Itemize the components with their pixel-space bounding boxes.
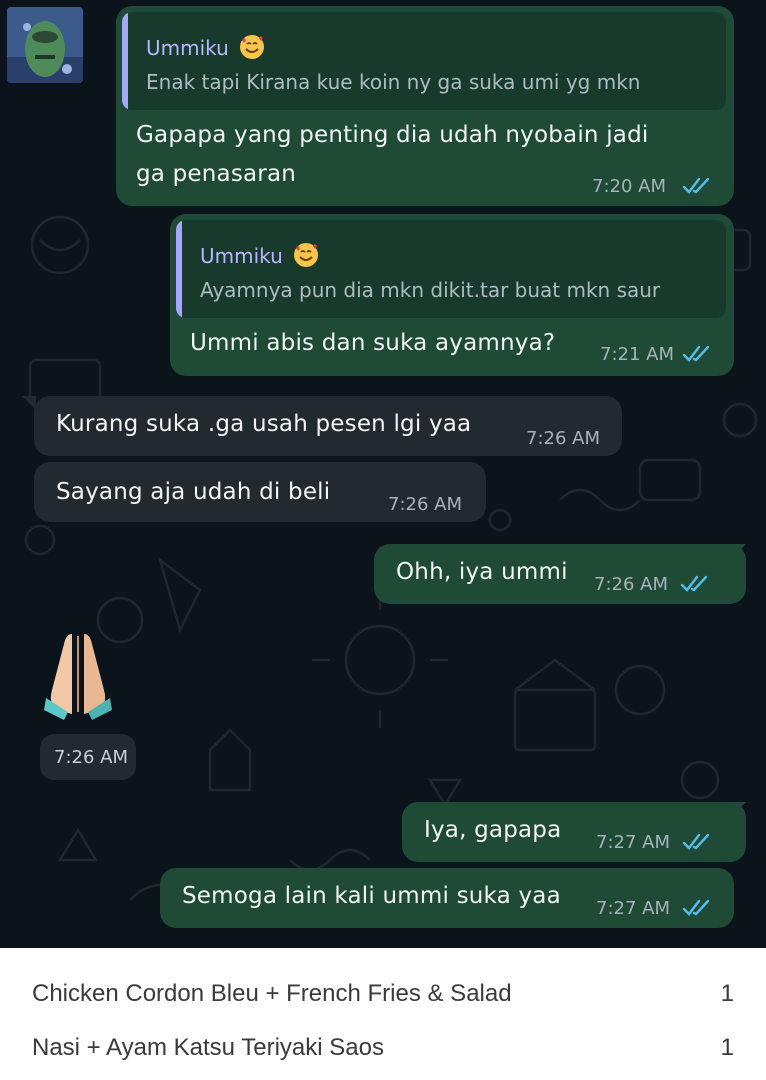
order-item-name: Nasi + Ayam Katsu Teriyaki Saos	[32, 1034, 384, 1061]
quote-sender-name: Ummiku	[200, 242, 319, 268]
sticker-time-badge: 7:26 AM	[40, 734, 136, 780]
message-text: Kurang suka .ga usah pesen lgi yaa	[56, 411, 472, 437]
quote-sender-name: Ummiku	[146, 34, 265, 60]
double-check-icon	[682, 833, 710, 850]
double-check-icon	[682, 899, 710, 916]
message-time: 7:27 AM	[596, 898, 670, 919]
message-bubble[interactable]: Ummiku Enak tapi Kirana kue koin ny ga s…	[116, 6, 734, 206]
message-text: Gapapa yang penting dia udah nyobain jad…	[136, 122, 649, 148]
chat-window: Ummiku Enak tapi Kirana kue koin ny ga s…	[0, 0, 766, 948]
message-bubble[interactable]: Sayang aja udah di beli 7:26 AM	[34, 462, 486, 522]
message-time: 7:26 AM	[54, 747, 128, 768]
smiling-face-with-hearts-icon	[240, 35, 265, 59]
message-bubble[interactable]: Semoga lain kali ummi suka yaa 7:27 AM	[160, 868, 734, 928]
message-text: Iya, gapapa	[424, 817, 562, 843]
order-item-row[interactable]: Nasi + Ayam Katsu Teriyaki Saos 1	[0, 1020, 766, 1074]
quote-accent-bar	[122, 12, 128, 110]
message-text: Sayang aja udah di beli	[56, 479, 331, 505]
quote-accent-bar	[176, 220, 182, 318]
order-item-qty: 1	[720, 980, 734, 1007]
message-text: Ohh, iya ummi	[396, 559, 568, 585]
message-bubble[interactable]: Kurang suka .ga usah pesen lgi yaa 7:26 …	[34, 396, 622, 456]
message-time: 7:20 AM	[592, 176, 666, 197]
message-text: Ummi abis dan suka ayamnya?	[190, 330, 556, 356]
quoted-message[interactable]: Ummiku Ayamnya pun dia mkn dikit.tar bua…	[176, 220, 726, 318]
order-item-list: Chicken Cordon Bleu + French Fries & Sal…	[0, 948, 766, 1080]
order-item-qty: 1	[720, 1034, 734, 1061]
message-time: 7:26 AM	[388, 494, 462, 515]
quote-text: Enak tapi Kirana kue koin ny ga suka umi…	[146, 70, 641, 94]
order-item-row[interactable]: Chicken Cordon Bleu + French Fries & Sal…	[0, 966, 766, 1020]
double-check-icon	[680, 575, 708, 592]
message-text: ga penasaran	[136, 161, 297, 187]
avatar-cartoon-icon	[7, 7, 83, 83]
double-check-icon	[682, 345, 710, 362]
folded-hands-emoji-icon[interactable]	[42, 628, 114, 720]
message-bubble[interactable]: Iya, gapapa 7:27 AM	[402, 802, 746, 862]
smiling-face-with-hearts-icon	[294, 243, 319, 267]
message-time: 7:26 AM	[594, 574, 668, 595]
order-item-name: Chicken Cordon Bleu + French Fries & Sal…	[32, 980, 512, 1007]
quoted-message[interactable]: Ummiku Enak tapi Kirana kue koin ny ga s…	[122, 12, 726, 110]
message-text: Semoga lain kali ummi suka yaa	[182, 883, 561, 909]
message-bubble[interactable]: Ummiku Ayamnya pun dia mkn dikit.tar bua…	[170, 214, 734, 376]
double-check-icon	[682, 177, 710, 194]
contact-avatar[interactable]	[7, 7, 83, 83]
message-bubble[interactable]: Ohh, iya ummi 7:26 AM	[374, 544, 746, 604]
message-time: 7:26 AM	[526, 428, 600, 449]
message-time: 7:21 AM	[600, 344, 674, 365]
message-time: 7:27 AM	[596, 832, 670, 853]
quote-text: Ayamnya pun dia mkn dikit.tar buat mkn s…	[200, 278, 661, 302]
